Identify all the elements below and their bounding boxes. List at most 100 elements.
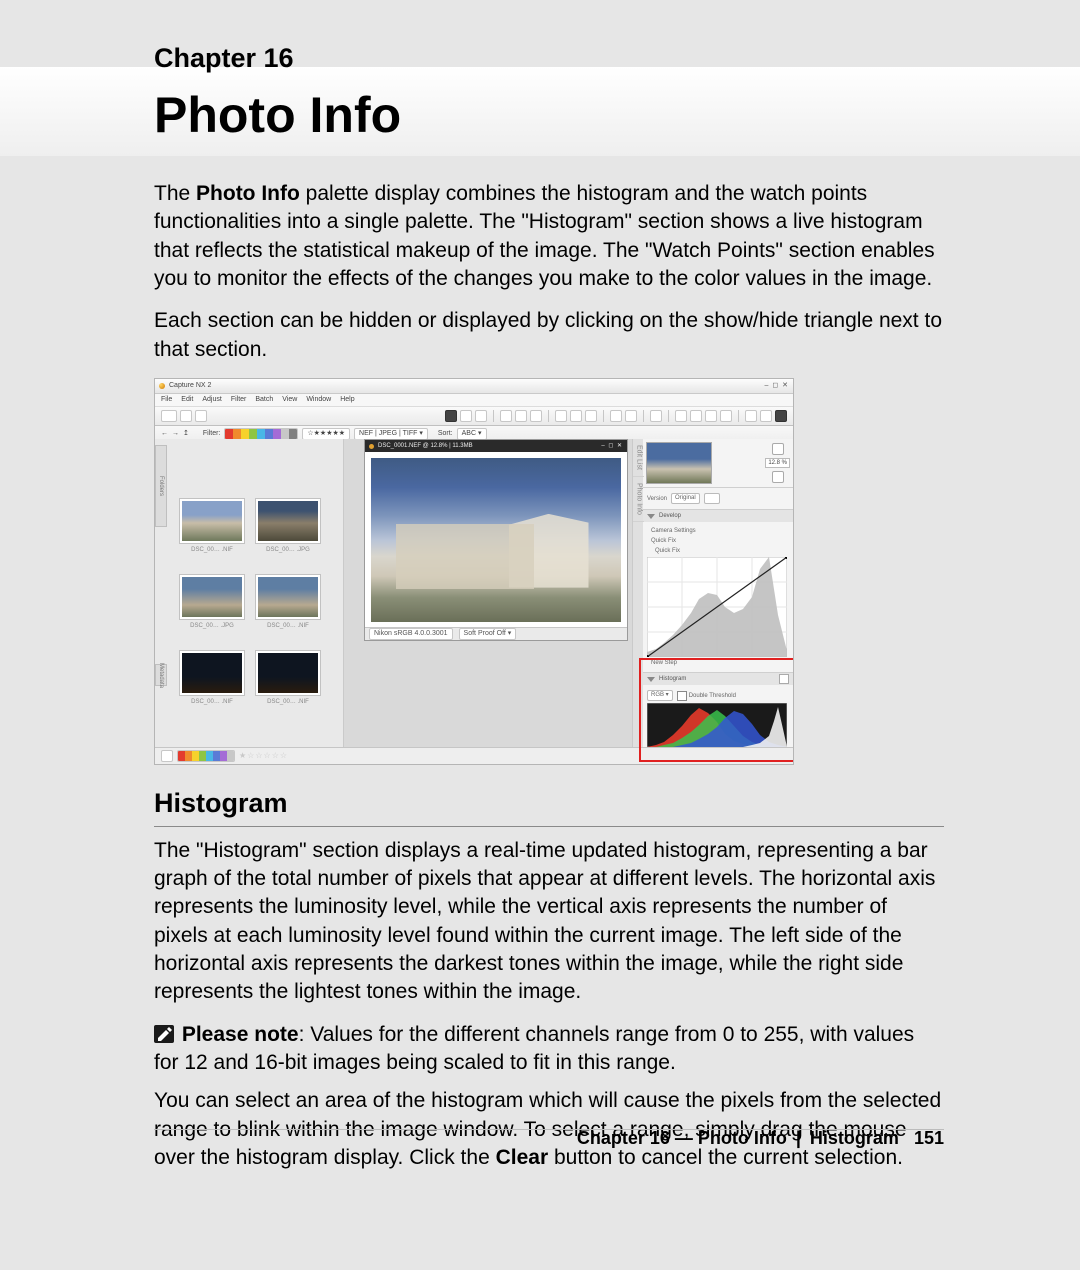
channel-dropdown[interactable]: RGB ▾: [647, 690, 673, 701]
develop-header[interactable]: Develop: [643, 510, 793, 522]
viewer-area: DSC_0001.NEF @ 12.8% | 11.3MB – ◻ ✕ Niko…: [344, 439, 642, 748]
menubar: File Edit Adjust Filter Batch View Windo…: [155, 394, 793, 407]
mask-icon[interactable]: [720, 410, 732, 422]
window-titlebar: Capture NX 2 – ◻ ✕: [155, 379, 793, 394]
develop-title: Develop: [659, 512, 681, 520]
camera-settings-label: Camera Settings: [651, 527, 696, 535]
photo-info-tab[interactable]: Photo Info: [633, 477, 644, 522]
star-rating[interactable]: ★☆☆☆☆☆: [239, 751, 288, 762]
color-control-icon[interactable]: [625, 410, 637, 422]
new-step-label: New Step: [651, 659, 677, 667]
menu-help[interactable]: Help: [340, 395, 354, 404]
version-row: Version Original: [643, 488, 793, 510]
footer-page-number: 151: [914, 1128, 944, 1148]
app-screenshot: Capture NX 2 – ◻ ✕ File Edit Adjust Filt…: [154, 378, 794, 765]
thumbnail[interactable]: DSC_00… .NIF: [255, 575, 321, 633]
color-profile[interactable]: Nikon sRGB 4.0.0.3001: [369, 628, 453, 640]
camera-settings-row[interactable]: Camera Settings: [647, 527, 789, 535]
app-icon: [159, 383, 165, 389]
rotate-right-icon[interactable]: [515, 410, 527, 422]
page-footer: Chapter 16 — Photo Info | Histogram 151: [154, 1126, 944, 1150]
thumbnail[interactable]: DSC_00… .NIF: [179, 651, 245, 709]
menu-view[interactable]: View: [282, 395, 297, 404]
zoom-tool-icon[interactable]: [475, 410, 487, 422]
thumbnail[interactable]: DSC_00… .JPG: [179, 575, 245, 633]
thumbnail[interactable]: DSC_00… .JPG: [255, 499, 321, 557]
doc-window-controls[interactable]: – ◻ ✕: [601, 442, 623, 450]
histogram-title: Histogram: [659, 675, 686, 683]
zoom-out-icon[interactable]: [772, 471, 784, 483]
document-titlebar: DSC_0001.NEF @ 12.8% | 11.3MB – ◻ ✕: [365, 440, 627, 452]
edit-list-tab[interactable]: Edit List: [633, 439, 644, 477]
crop-icon[interactable]: [745, 410, 757, 422]
hist-paragraph-1: The "Histogram" section displays a real-…: [154, 837, 944, 1007]
curves-histogram[interactable]: [647, 557, 787, 657]
soft-proof-dropdown[interactable]: Soft Proof Off ▾: [459, 628, 517, 640]
lasso-icon[interactable]: [555, 410, 567, 422]
thumbnail[interactable]: DSC_00… .NIF: [179, 499, 245, 557]
straighten-icon[interactable]: [530, 410, 542, 422]
new-step-row[interactable]: New Step: [647, 659, 789, 667]
footer-chapter: Chapter 16 — Photo Info: [577, 1128, 787, 1148]
rgb-histogram[interactable]: [647, 703, 787, 747]
menu-filter[interactable]: Filter: [231, 395, 247, 404]
tool-group-1-btn[interactable]: [161, 410, 177, 422]
hand-tool-icon[interactable]: [460, 410, 472, 422]
quickfix-item[interactable]: Quick Fix: [647, 547, 789, 555]
zoom-in-icon[interactable]: [772, 443, 784, 455]
version-picker-icon[interactable]: [704, 493, 720, 504]
pointer-tool-icon[interactable]: [445, 410, 457, 422]
intro-p1-bold: Photo Info: [196, 182, 300, 205]
navigator-panel: 12.8 %: [643, 439, 793, 488]
fill-icon[interactable]: [705, 410, 717, 422]
body-content: The Photo Info palette display combines …: [154, 180, 944, 1186]
gear-icon[interactable]: [161, 750, 173, 762]
lasso-minus-icon[interactable]: [585, 410, 597, 422]
section-heading-histogram: Histogram: [154, 785, 944, 821]
label-swatch-bottom[interactable]: [177, 750, 235, 762]
browser-panel: Folders Metadata DSC_00… .NIF DSC_00… .J…: [155, 439, 344, 748]
menu-adjust[interactable]: Adjust: [202, 395, 221, 404]
rotate-left-icon[interactable]: [500, 410, 512, 422]
select-icon[interactable]: [650, 410, 662, 422]
section-rule: [154, 826, 944, 827]
double-threshold-check[interactable]: Double Threshold: [677, 691, 736, 701]
footer-rule: [154, 1129, 944, 1130]
brush-icon[interactable]: [675, 410, 687, 422]
thumb-caption: DSC_00… .NIF: [267, 698, 309, 706]
version-dropdown[interactable]: Original: [671, 493, 700, 504]
control-point-icon[interactable]: [610, 410, 622, 422]
quickfix-row[interactable]: Quick Fix: [647, 537, 789, 545]
thumb-caption: DSC_00… .NIF: [191, 698, 233, 706]
document-image[interactable]: [371, 458, 621, 622]
quickfix-row-label: Quick Fix: [651, 537, 676, 545]
navigator-thumbnail[interactable]: [646, 442, 712, 484]
lasso-plus-icon[interactable]: [570, 410, 582, 422]
menu-file[interactable]: File: [161, 395, 172, 404]
document-window[interactable]: DSC_0001.NEF @ 12.8% | 11.3MB – ◻ ✕ Niko…: [364, 439, 628, 641]
metadata-tab[interactable]: Metadata: [155, 664, 167, 686]
histogram-header[interactable]: Histogram: [643, 673, 793, 685]
thumb-caption: DSC_00… .NIF: [267, 622, 309, 630]
menu-window[interactable]: Window: [306, 395, 331, 404]
menu-edit[interactable]: Edit: [181, 395, 193, 404]
tool-group-1-btn[interactable]: [195, 410, 207, 422]
menu-batch[interactable]: Batch: [255, 395, 273, 404]
filter-label: Filter:: [203, 429, 221, 438]
thumb-caption: DSC_00… .JPG: [266, 546, 310, 554]
window-controls[interactable]: – ◻ ✕: [765, 381, 789, 390]
gradient-icon[interactable]: [690, 410, 702, 422]
folders-tab[interactable]: Folders: [155, 445, 167, 527]
thumb-caption: DSC_00… .NIF: [191, 546, 233, 554]
layout-active-icon[interactable]: [775, 410, 787, 422]
zoom-percent[interactable]: 12.8 %: [765, 458, 790, 468]
browser-statusbar: ★☆☆☆☆☆: [155, 747, 793, 764]
pencil-icon: [154, 1025, 174, 1043]
intro-p1-pre: The: [154, 182, 196, 205]
layout-icon[interactable]: [760, 410, 772, 422]
options-icon[interactable]: [779, 674, 789, 684]
thumbnail-grid: DSC_00… .NIF DSC_00… .JPG DSC_00… .JPG D…: [179, 499, 321, 709]
tool-group-1-btn[interactable]: [180, 410, 192, 422]
thumbnail[interactable]: DSC_00… .NIF: [255, 651, 321, 709]
note-bold: Please note: [182, 1023, 299, 1046]
